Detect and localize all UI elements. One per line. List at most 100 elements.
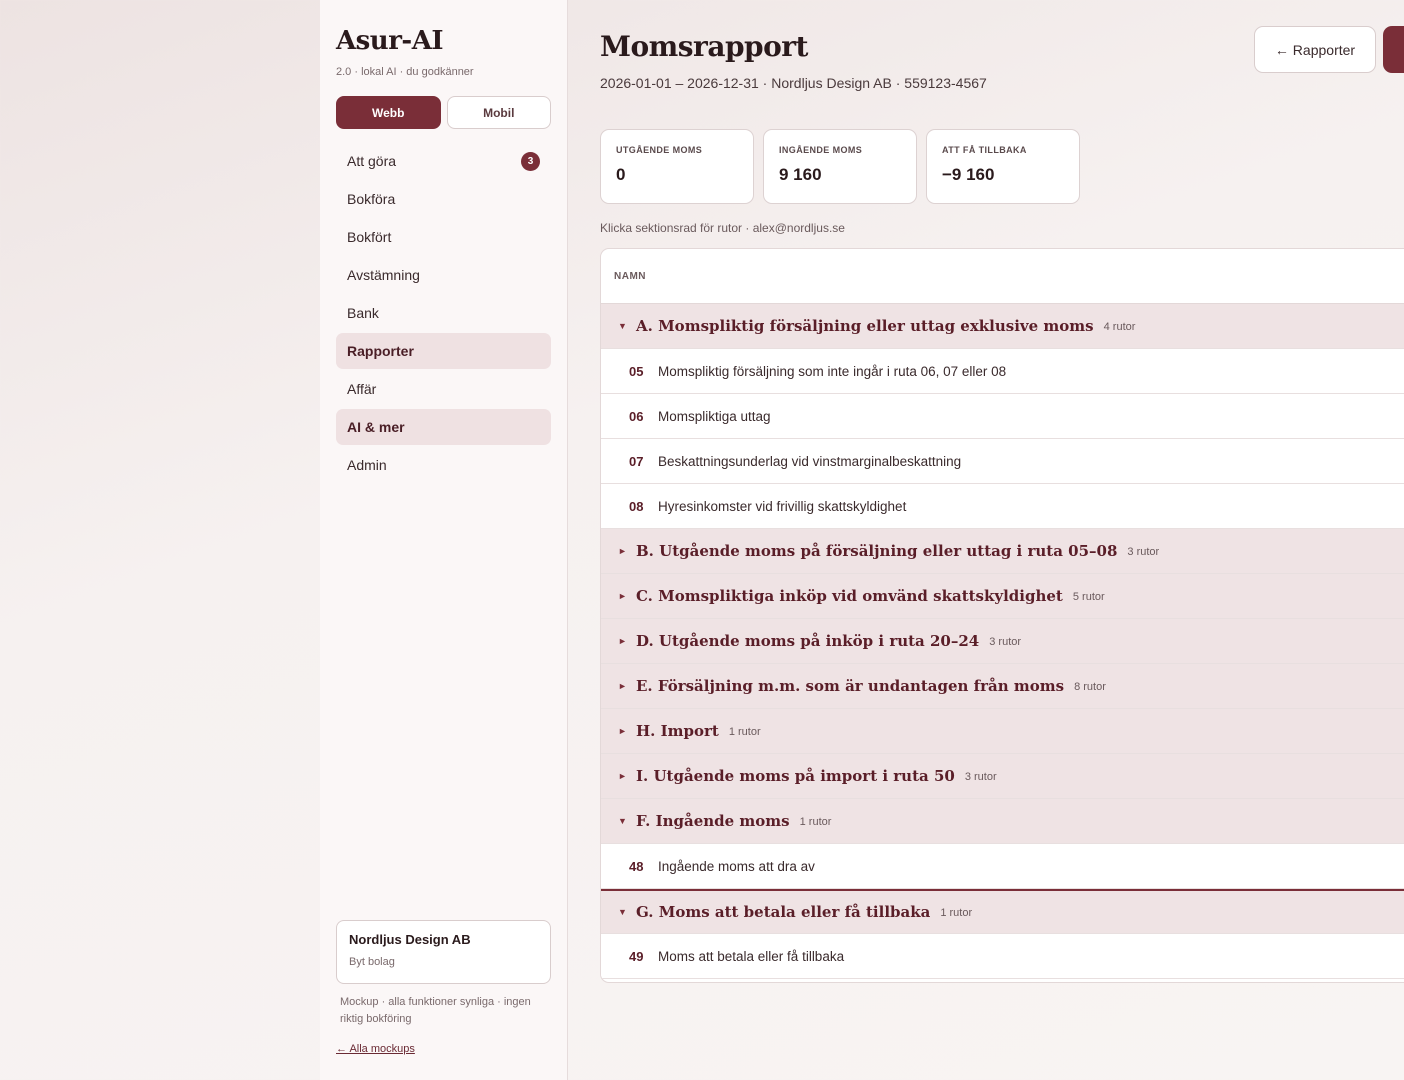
section-row-g[interactable]: ▼ G. Moms att betala eller få tillbaka 1… — [601, 889, 1404, 934]
section-count: 1 rutor — [799, 816, 832, 828]
section-title: E. Försäljning m.m. som är undantagen fr… — [636, 677, 1065, 695]
nav-item-label: AI & mer — [347, 419, 405, 435]
mode-web-button[interactable]: Webb — [336, 96, 441, 129]
window-backdrop — [0, 0, 320, 1080]
box-row-49: 49 Moms att betala eller få tillbaka — [601, 934, 1404, 979]
section-title: A. Momspliktig försäljning eller uttag e… — [636, 317, 1094, 335]
report-period: 2026-01-01 – 2026-12-31 · Nordljus Desig… — [600, 75, 987, 91]
section-title: C. Momspliktiga inköp vid omvänd skattsk… — [636, 587, 1063, 605]
nav-item-label: Rapporter — [347, 343, 414, 359]
company-name: Nordljus Design AB — [349, 932, 471, 947]
caret-right-icon: ► — [618, 681, 627, 691]
main-nav: Att göra 3 Bokföra Bokfört Avstämning Ba… — [336, 143, 551, 483]
section-count: 5 rutor — [1072, 591, 1105, 603]
box-row-48: 48 Ingående moms att dra av — [601, 844, 1404, 889]
nav-item-todo[interactable]: Att göra 3 — [336, 143, 551, 179]
box-number: 49 — [629, 948, 644, 964]
column-header-name: NAMN — [601, 249, 1404, 304]
caret-right-icon: ► — [618, 546, 627, 556]
section-count: 1 rutor — [728, 726, 761, 738]
nav-item-ai[interactable]: AI & mer — [336, 409, 551, 445]
kpi-label: INGÅENDE MOMS — [779, 145, 863, 155]
box-row-05: 05 Momspliktig försäljning som inte ingå… — [601, 349, 1404, 394]
kpi-cards: UTGÅENDE MOMS 0 INGÅENDE MOMS 9 160 ATT … — [600, 129, 1080, 204]
nav-item-bank[interactable]: Bank — [336, 295, 551, 331]
caret-right-icon: ► — [618, 636, 627, 646]
nav-item-label: Admin — [347, 457, 387, 473]
kpi-label: UTGÅENDE MOMS — [616, 145, 703, 155]
caret-right-icon: ► — [618, 591, 627, 601]
app-subtitle: 2.0 · lokal AI · du godkänner — [336, 66, 474, 78]
box-label: Beskattningsunderlag vid vinstmarginalbe… — [658, 453, 962, 469]
box-number: 07 — [629, 453, 644, 469]
caret-right-icon: ► — [618, 771, 627, 781]
box-label: Momspliktiga uttag — [658, 408, 771, 424]
box-label: Ingående moms att dra av — [658, 858, 815, 874]
nav-item-label: Affär — [347, 381, 377, 397]
box-number: 05 — [629, 363, 644, 379]
table-hint: Klicka sektionsrad för rutor · alex@nord… — [600, 221, 845, 235]
nav-item-label: Bokfört — [347, 229, 392, 245]
section-row-f[interactable]: ▼ F. Ingående moms 1 rutor — [601, 799, 1404, 844]
box-number: 06 — [629, 408, 644, 424]
main-content: Momsrapport 2026-01-01 – 2026-12-31 · No… — [568, 0, 1404, 1080]
section-count: 8 rutor — [1074, 681, 1106, 693]
primary-action-button[interactable] — [1383, 26, 1404, 73]
section-title: H. Import — [636, 722, 719, 740]
todo-count-badge: 3 — [521, 151, 540, 171]
section-count: 3 rutor — [1127, 546, 1160, 558]
section-row-i[interactable]: ► I. Utgående moms på import i ruta 50 3… — [601, 754, 1404, 799]
sidebar: Asur-AI 2.0 · lokal AI · du godkänner We… — [320, 0, 568, 1080]
kpi-value: 0 — [616, 165, 626, 184]
nav-item-reconcile[interactable]: Avstämning — [336, 257, 551, 293]
nav-item-admin[interactable]: Admin — [336, 447, 551, 483]
section-title: B. Utgående moms på försäljning eller ut… — [636, 542, 1118, 560]
box-label: Moms att betala eller få tillbaka — [658, 948, 845, 964]
section-count: 4 rutor — [1103, 321, 1136, 333]
section-count: 1 rutor — [940, 907, 973, 919]
section-row-a[interactable]: ▼ A. Momspliktig försäljning eller uttag… — [601, 304, 1404, 349]
section-title: D. Utgående moms på inköp i ruta 20–24 — [636, 632, 980, 650]
box-row-08: 08 Hyresinkomster vid frivillig skattsky… — [601, 484, 1404, 529]
caret-down-icon: ▼ — [618, 816, 627, 826]
section-row-c[interactable]: ► C. Momspliktiga inköp vid omvänd skatt… — [601, 574, 1404, 619]
box-row-06: 06 Momspliktiga uttag — [601, 394, 1404, 439]
nav-item-label: Avstämning — [347, 267, 420, 283]
nav-item-booked[interactable]: Bokfört — [336, 219, 551, 255]
section-row-d[interactable]: ► D. Utgående moms på inköp i ruta 20–24… — [601, 619, 1404, 664]
section-row-e[interactable]: ► E. Försäljning m.m. som är undantagen … — [601, 664, 1404, 709]
nav-item-label: Bokföra — [347, 191, 396, 207]
box-label: Momspliktig försäljning som inte ingår i… — [658, 363, 1007, 379]
box-label: Hyresinkomster vid frivillig skattskyldi… — [658, 498, 907, 514]
kpi-output-vat: UTGÅENDE MOMS 0 — [600, 129, 754, 204]
kpi-label: ATT FÅ TILLBAKA — [942, 145, 1027, 155]
company-switcher[interactable]: Nordljus Design AB Byt bolag — [336, 920, 551, 984]
nav-item-book[interactable]: Bokföra — [336, 181, 551, 217]
kpi-input-vat: INGÅENDE MOMS 9 160 — [763, 129, 917, 204]
all-mockups-link[interactable]: ← Alla mockups — [336, 1043, 415, 1055]
page-title: Momsrapport — [600, 30, 808, 63]
nav-item-label: Bank — [347, 305, 379, 321]
kpi-value: 9 160 — [779, 165, 822, 184]
caret-down-icon: ▼ — [618, 907, 627, 917]
caret-right-icon: ► — [618, 726, 627, 736]
vat-report-table: NAMN ▼ A. Momspliktig försäljning eller … — [600, 248, 1404, 983]
box-row-07: 07 Beskattningsunderlag vid vinstmargina… — [601, 439, 1404, 484]
box-number: 48 — [629, 858, 644, 874]
section-count: 3 rutor — [989, 636, 1022, 648]
nav-item-business[interactable]: Affär — [336, 371, 551, 407]
switch-company-label: Byt bolag — [349, 956, 395, 968]
view-mode-switch: Webb Mobil — [336, 96, 551, 129]
section-count: 3 rutor — [964, 771, 997, 783]
section-row-h[interactable]: ► H. Import 1 rutor — [601, 709, 1404, 754]
kpi-refund: ATT FÅ TILLBAKA −9 160 — [926, 129, 1080, 204]
back-to-reports-button[interactable]: ← Rapporter — [1254, 26, 1376, 73]
section-row-b[interactable]: ► B. Utgående moms på försäljning eller … — [601, 529, 1404, 574]
section-title: G. Moms att betala eller få tillbaka — [636, 903, 931, 921]
nav-item-reports[interactable]: Rapporter — [336, 333, 551, 369]
section-title: F. Ingående moms — [636, 812, 790, 830]
nav-item-label: Att göra — [347, 153, 397, 169]
mode-mobile-button[interactable]: Mobil — [446, 96, 551, 129]
kpi-value: −9 160 — [942, 165, 995, 184]
box-number: 08 — [629, 498, 644, 514]
